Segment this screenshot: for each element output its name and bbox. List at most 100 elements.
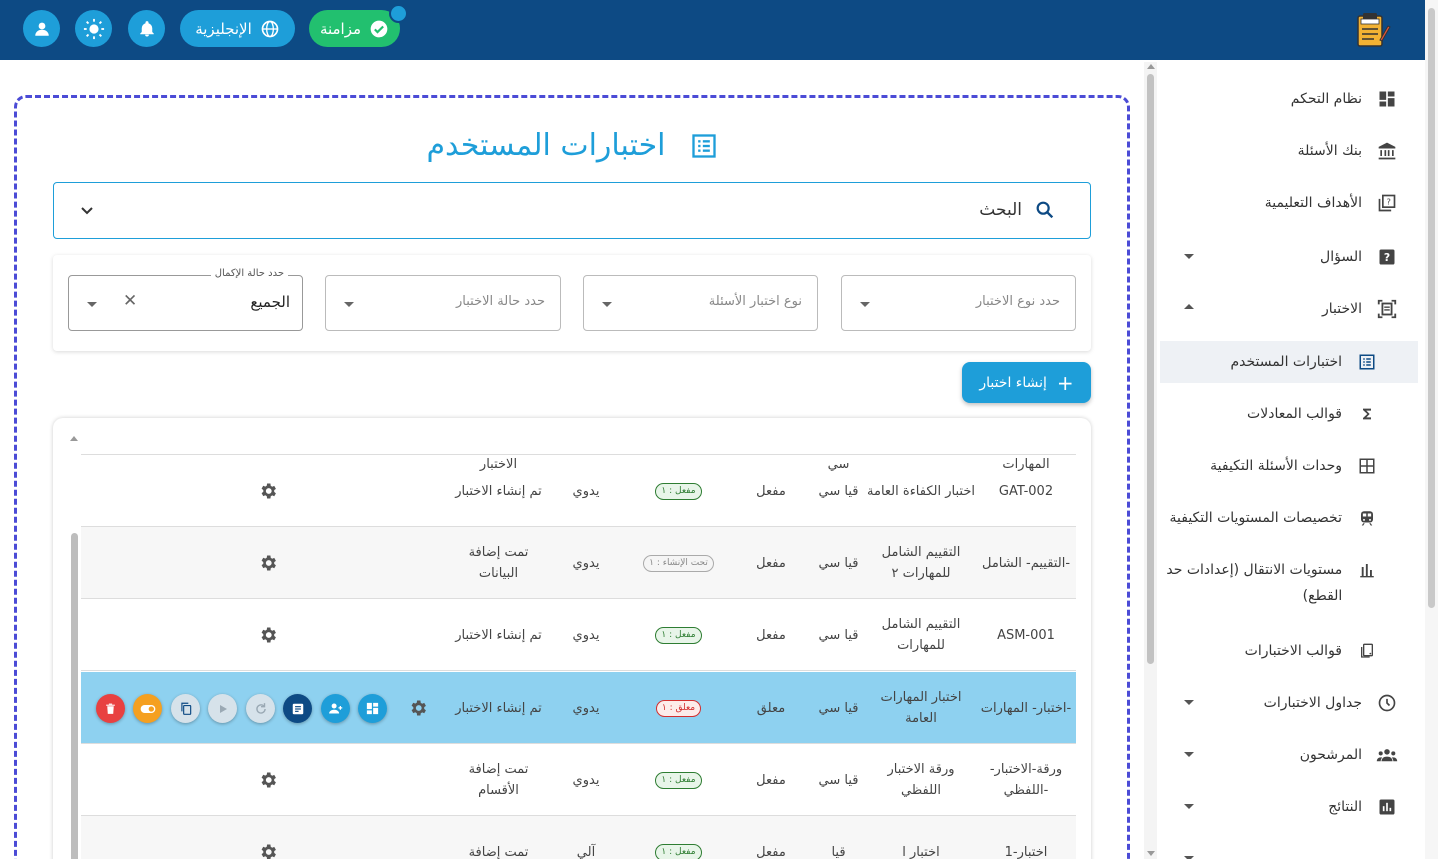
question-type-select[interactable]: نوع اختبار الأسئلة <box>583 275 818 331</box>
gear-icon[interactable] <box>258 481 278 501</box>
profile-button[interactable] <box>23 10 60 47</box>
table-row[interactable]: التقييم- الشامل- التقييم الشامل للمهارات… <box>81 527 1076 599</box>
gear-icon[interactable] <box>258 625 278 645</box>
cell-type: يدوي <box>572 627 600 643</box>
dashboard-icon <box>366 702 379 715</box>
sidebar-item-label: المرشحون <box>1299 747 1362 763</box>
play-button[interactable] <box>208 694 237 723</box>
gear-icon[interactable] <box>258 770 278 790</box>
table-row-selected[interactable]: اختبار- المهارات- اختبار المهارات العامة… <box>81 672 1076 744</box>
sidebar-item-label: بنك الأسئلة <box>1297 143 1362 159</box>
table-scrollbar[interactable] <box>71 533 78 859</box>
cell-name: التقييم الشامل للمهارات <box>881 617 961 653</box>
toggle-status-button[interactable] <box>133 694 162 723</box>
theme-toggle-button[interactable] <box>75 10 112 47</box>
page-title-text: اختبارات المستخدم <box>426 128 666 163</box>
search-accordion[interactable]: البحث <box>53 182 1091 239</box>
test-type-placeholder: حدد نوع الاختبار <box>975 294 1060 309</box>
globe-icon <box>261 20 279 37</box>
bank-icon <box>1376 140 1398 162</box>
cell-name: اختبار ا <box>902 844 940 859</box>
sidebar-item-question[interactable]: السؤال ? <box>1160 242 1418 272</box>
sidebar-item-question-bank[interactable]: بنك الأسئلة <box>1160 136 1418 166</box>
sidebar-item-label: السؤال <box>1320 249 1362 265</box>
cell-status: مفعل <box>756 555 786 571</box>
refresh-button[interactable] <box>246 694 275 723</box>
question-type-placeholder: نوع اختبار الأسئلة <box>708 294 802 309</box>
list-alt-icon <box>1356 351 1378 373</box>
table-scroll-up[interactable] <box>70 436 78 441</box>
sidebar-item-label: قوالب الاختبارات <box>1244 643 1342 659</box>
status-badge: معلق : ١ <box>655 699 702 717</box>
cell-type: يدوي <box>572 700 600 716</box>
sidebar-item-results[interactable]: النتائج <box>1160 792 1418 822</box>
language-button[interactable]: الإنجليزية <box>180 10 295 47</box>
bell-icon <box>139 20 154 36</box>
table-row[interactable]: المهارات سي الاختبار <box>81 418 1076 472</box>
play-icon <box>219 704 227 713</box>
dashboard-action-button[interactable] <box>358 694 387 723</box>
status-badge: مفعل : ١ <box>655 843 702 859</box>
test-status-select[interactable]: حدد حالة الاختبار <box>325 275 561 331</box>
cell-language: قيا سي <box>818 627 859 643</box>
cell-type: يدوي <box>572 555 600 571</box>
list-alt-icon <box>691 133 716 158</box>
clear-icon[interactable]: ✕ <box>123 291 137 311</box>
sidebar-item-adaptive-units[interactable]: وحدات الأسئلة التكيفية <box>1160 451 1418 481</box>
gear-icon[interactable] <box>258 842 278 859</box>
sync-button[interactable]: مزامنة <box>309 10 400 47</box>
cell-phase: تمت إضافة <box>468 844 529 859</box>
chevron-down-icon[interactable] <box>80 205 94 217</box>
sidebar-item-candidates[interactable]: المرشحون <box>1160 740 1418 770</box>
cell-phase: تم إنشاء الاختبار <box>455 627 542 643</box>
delete-button[interactable] <box>96 694 125 723</box>
filters-panel: حدد نوع الاختبار نوع اختبار الأسئلة حدد … <box>53 255 1091 351</box>
completion-status-select[interactable]: حدد حالة الإكمال الجميع ✕ <box>68 268 303 331</box>
sidebar-item-dashboard[interactable]: نظام التحكم <box>1160 84 1418 114</box>
sigma-icon <box>1356 403 1378 425</box>
cell-type: آلي <box>576 844 596 859</box>
sidebar-item-adaptive-levels[interactable]: تخصيصات المستويات التكيفية <box>1160 503 1418 533</box>
sidebar-item-label: وحدات الأسئلة التكيفية <box>1210 458 1342 474</box>
cell-name: ورقة الاختبار اللفظي <box>887 762 955 798</box>
completion-value: الجميع <box>250 293 290 311</box>
cell-code: اختبار-1 <box>1004 844 1048 859</box>
copy-button[interactable] <box>171 694 200 723</box>
test-type-select[interactable]: حدد نوع الاختبار <box>841 275 1076 331</box>
table-row[interactable]: GAT-002 اختبار الكفاءة العامة قيا سي مفع… <box>81 455 1076 527</box>
sidebar-item-test-templates[interactable]: قوالب الاختبارات <box>1160 636 1418 666</box>
quiz-icon: ? <box>1376 192 1398 214</box>
sidebar-item-user-tests[interactable]: اختبارات المستخدم <box>1160 341 1418 383</box>
document-scanner-icon <box>1376 298 1398 320</box>
sidebar-item-label: نظام التحكم <box>1290 91 1362 107</box>
assessment-icon <box>1376 796 1398 818</box>
completion-legend: حدد حالة الإكمال <box>210 268 288 279</box>
create-test-button[interactable]: إنشاء اختبار + <box>962 362 1091 403</box>
page-scrollbar[interactable] <box>1425 0 1438 859</box>
chevron-down-icon <box>602 302 612 307</box>
sidebar-item-label: الأهداف التعليمية <box>1264 195 1362 211</box>
cell-badge: معلق : ١ <box>626 672 731 744</box>
cell-phase: تم إنشاء الاختبار <box>455 483 542 499</box>
sidebar-item-label: النتائج <box>1328 799 1362 815</box>
table-row[interactable]: اختبار-1 اختبار ا قيا مفعل مفعل : ١ آلي … <box>81 816 1076 859</box>
sidebar-item-learning-objectives[interactable]: الأهداف التعليمية ? <box>1160 188 1418 218</box>
plus-icon: + <box>1056 370 1074 395</box>
sidebar-item-label: الاختبار <box>1321 301 1362 317</box>
notifications-button[interactable] <box>128 10 165 47</box>
gear-icon[interactable] <box>408 698 428 718</box>
sidebar-item-test-schedules[interactable]: جداول الاختبارات <box>1160 688 1418 718</box>
language-label: الإنجليزية <box>195 19 252 38</box>
main-scrollbar[interactable] <box>1144 62 1157 859</box>
sidebar-item-test[interactable]: الاختبار <box>1160 294 1418 324</box>
toggle-icon <box>140 704 155 713</box>
details-button[interactable] <box>283 694 312 723</box>
user-icon <box>34 22 49 36</box>
sidebar-item-transition-levels[interactable]: مستويات الانتقال (إعدادات حد القطع) <box>1160 557 1418 611</box>
table-row[interactable]: ASM-001 التقييم الشامل للمهارات قيا سي م… <box>81 599 1076 671</box>
table-row[interactable]: ورقة-الاختبار- اللفظي- ورقة الاختبار الل… <box>81 744 1076 816</box>
gear-icon[interactable] <box>258 553 278 573</box>
sidebar-item-equation-templates[interactable]: قوالب المعادلات <box>1160 399 1418 429</box>
assign-users-button[interactable] <box>321 694 350 723</box>
cell-badge: مفعل : ١ <box>626 816 731 859</box>
